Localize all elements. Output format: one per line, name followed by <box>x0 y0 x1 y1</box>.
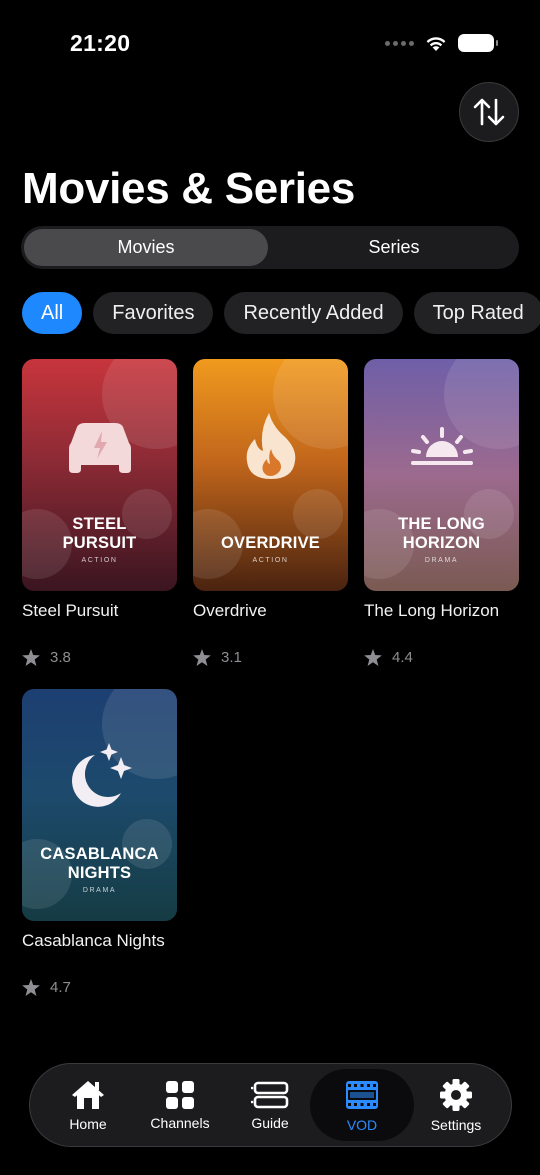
movie-rating: 3.1 <box>193 649 348 666</box>
tab-channels[interactable]: Channels <box>134 1069 226 1141</box>
rating-value: 4.7 <box>50 979 71 996</box>
sunrise-icon <box>410 427 473 465</box>
page-title: Movies & Series <box>22 164 355 213</box>
battery-icon <box>458 34 498 52</box>
tab-label: VOD <box>346 1116 378 1133</box>
sort-arrows-icon <box>473 98 505 126</box>
movie-poster[interactable]: OVERDRIVE ACTION <box>193 359 348 591</box>
guide-icon <box>251 1081 289 1108</box>
movie-rating: 3.8 <box>22 649 177 666</box>
status-icons <box>385 34 498 52</box>
tab-label: Settings <box>430 1116 482 1133</box>
tab-label: Channels <box>150 1114 210 1131</box>
movie-title: Steel Pursuit <box>22 601 119 620</box>
sort-button[interactable] <box>459 82 519 142</box>
filter-chip-recently-added[interactable]: Recently Added <box>224 292 403 334</box>
filter-chip-favorites[interactable]: Favorites <box>93 292 214 334</box>
tab-guide[interactable]: Guide <box>226 1069 314 1141</box>
moon-stars-icon <box>71 743 132 807</box>
movie-poster[interactable]: CASABLANCA NIGHTS DRAMA <box>22 689 177 921</box>
segment-movies[interactable]: Movies <box>24 229 268 266</box>
tab-bar: Home Channels Guide VOD Settings <box>29 1063 512 1147</box>
poster-title-line: STEEL <box>72 515 127 533</box>
movie-title: Casablanca Nights <box>22 931 165 950</box>
star-icon <box>22 979 40 996</box>
segment-series[interactable]: Series <box>272 229 516 266</box>
movie-title: Overdrive <box>193 601 267 620</box>
movie-card[interactable]: STEEL PURSUIT ACTION Steel Pursuit 3.8 <box>22 359 177 666</box>
house-icon <box>72 1080 104 1109</box>
filter-chips: All Favorites Recently Added Top Rated <box>22 292 540 334</box>
movie-card[interactable]: OVERDRIVE ACTION Overdrive 3.1 <box>193 359 348 666</box>
grid-icon <box>166 1080 194 1109</box>
star-icon <box>364 649 382 666</box>
rating-value: 3.1 <box>221 649 242 666</box>
poster-title-line: OVERDRIVE <box>221 534 320 552</box>
rating-value: 4.4 <box>392 649 413 666</box>
star-icon <box>193 649 211 666</box>
movie-rating: 4.4 <box>364 649 519 666</box>
poster-title-line: CASABLANCA <box>40 845 159 863</box>
car-icon <box>68 423 131 473</box>
tab-settings[interactable]: Settings <box>410 1069 502 1141</box>
poster-genre: ACTION <box>81 557 118 564</box>
tab-vod[interactable]: VOD <box>310 1069 414 1141</box>
movie-poster[interactable]: THE LONG HORIZON DRAMA <box>364 359 519 591</box>
movie-poster[interactable]: STEEL PURSUIT ACTION <box>22 359 177 591</box>
movie-card[interactable]: THE LONG HORIZON DRAMA The Long Horizon … <box>364 359 519 666</box>
star-icon <box>22 649 40 666</box>
media-type-segmented-control: Movies Series <box>21 226 519 269</box>
tab-label: Guide <box>251 1114 289 1131</box>
cellular-signal-icon <box>385 40 414 46</box>
poster-title-line: HORIZON <box>402 534 481 552</box>
gear-icon <box>440 1078 472 1111</box>
wifi-icon <box>426 37 446 51</box>
film-icon <box>346 1080 378 1109</box>
poster-title-line: THE LONG <box>398 515 485 533</box>
movie-title: The Long Horizon <box>364 601 500 620</box>
poster-title-line: NIGHTS <box>67 864 132 882</box>
movie-rating: 4.7 <box>22 979 177 996</box>
filter-chip-top-rated[interactable]: Top Rated <box>413 292 540 334</box>
status-time: 21:20 <box>70 30 131 56</box>
tab-home[interactable]: Home <box>42 1069 134 1141</box>
status-bar: 21:20 <box>0 0 540 90</box>
movie-card[interactable]: CASABLANCA NIGHTS DRAMA Casablanca Night… <box>22 689 177 996</box>
filter-chip-all[interactable]: All <box>22 292 83 334</box>
tab-label: Home <box>69 1115 107 1132</box>
poster-genre: DRAMA <box>82 887 117 894</box>
rating-value: 3.8 <box>50 649 71 666</box>
poster-genre: ACTION <box>252 557 289 564</box>
poster-title-line: PURSUIT <box>62 534 137 552</box>
flame-icon <box>246 413 295 479</box>
poster-genre: DRAMA <box>424 557 459 564</box>
